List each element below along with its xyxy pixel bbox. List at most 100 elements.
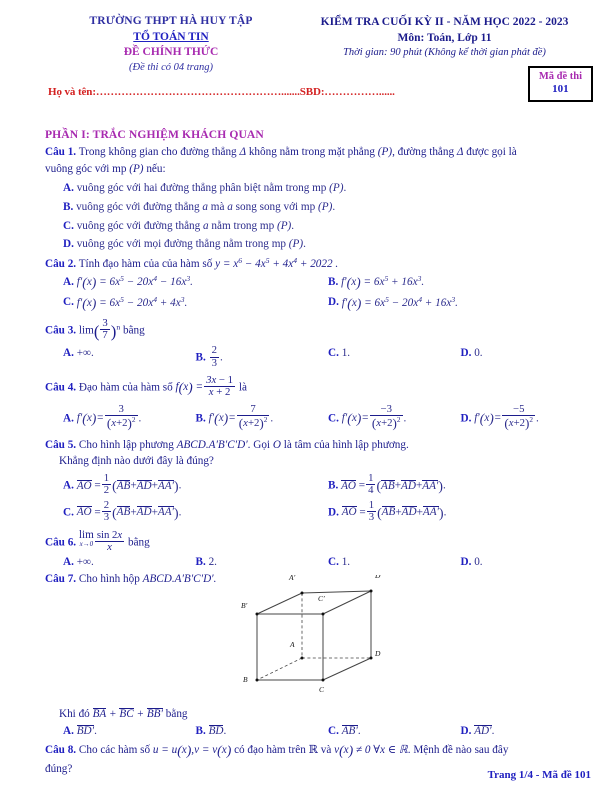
option-c-letter: C. xyxy=(63,296,74,309)
question-1-text-c: , đường thẳng xyxy=(392,146,455,159)
question-1-stem: Câu 1. Trong không gian cho đường thẳng … xyxy=(45,144,575,161)
question-5-text-3: là tâm của hình lập phương. xyxy=(283,438,409,451)
option-b-lhs-vector: AO xyxy=(341,479,356,492)
question-7-option-a[interactable]: A. BD′. xyxy=(45,723,178,740)
question-4-fn-name: f(x) = xyxy=(175,380,204,396)
option-a-letter: A. xyxy=(63,276,74,289)
question-2-option-c[interactable]: C. f′(x) = 6x5 − 20x4 + 4x3. xyxy=(45,293,310,313)
option-a-fraction: 12 xyxy=(101,472,112,497)
option-c-expr: f′(x) = 6x5 − 20x4 + 4x3. xyxy=(76,294,188,311)
question-5-solid: ABCD.A′B′C′D′ xyxy=(176,438,248,451)
option-d-value: 0. xyxy=(474,555,483,568)
question-1-option-c[interactable]: C. vuông góc với đường thẳng a nằm trong… xyxy=(45,218,575,235)
student-name-field-line[interactable]: Họ và tên:…………………………………………….......SBD:……… xyxy=(48,86,395,98)
question-5-option-d[interactable]: D. AO = 1 3 (AB+AD+AA′). xyxy=(310,498,575,524)
vertex-label-B: B xyxy=(243,675,248,684)
option-a-letter: A. xyxy=(63,724,74,737)
question-5-option-b[interactable]: B. AO = 1 4 (AB+AD+AA′). xyxy=(310,472,575,497)
option-b-letter: B. xyxy=(328,479,339,492)
question-4-option-a[interactable]: A. f′(x)= 3 (x+2)2. xyxy=(45,402,178,431)
question-7-khi-do: Khi đó xyxy=(59,708,90,721)
option-d-vector: AD′ xyxy=(474,724,492,737)
page-footer: Trang 1/4 - Mã đề 101 xyxy=(487,769,591,781)
question-4-fraction: 3x − 1x + 2 xyxy=(204,374,236,399)
exam-duration: Thời gian: 90 phút (Không kể thời gian p… xyxy=(343,47,546,59)
question-2-option-a[interactable]: A. f′(x) = 6x5 − 20x4 − 16x3. xyxy=(45,273,310,293)
question-1-option-a[interactable]: A. vuông góc với hai đường thẳng phân bi… xyxy=(45,180,575,197)
question-2: Câu 2. Tính đạo hàm của của hàm số y = x… xyxy=(45,255,575,314)
option-c-text-2: nằm trong mp xyxy=(211,219,275,232)
question-7-option-b[interactable]: B. BD. xyxy=(178,723,311,740)
question-5-stem: Câu 5. Cho hình lập phương ABCD.A′B′C′D′… xyxy=(45,437,575,454)
option-c-denominator: (x+2)2 xyxy=(369,415,403,431)
option-d-text: vuông góc với mọi đường thẳng nằm trong … xyxy=(76,238,286,251)
option-c-letter: C. xyxy=(63,219,74,232)
option-c-letter: C. xyxy=(328,412,339,425)
option-d-fraction: 13 xyxy=(366,498,377,524)
option-c-lhs-vector: AO xyxy=(76,506,92,519)
vertex-label-C: C xyxy=(319,685,325,694)
vertex-point-Dp xyxy=(369,589,373,593)
option-a-numerator: 3 xyxy=(118,402,124,415)
vertex-point-A xyxy=(300,656,304,660)
option-b-fraction: 7 (x+2)2 xyxy=(236,403,270,431)
option-c-value: 1. xyxy=(341,555,351,568)
question-3-option-c[interactable]: C. 1. xyxy=(310,345,443,369)
question-5-option-c[interactable]: C. AO = 2 3 (AB+AD+AA′). xyxy=(45,499,310,524)
option-a-lhs-vector: AO xyxy=(76,479,92,492)
question-5-options-row-1: A. AO = 1 2 (AB+AD+AA′). B. AO = 1 4 (AB+AD+AA… xyxy=(45,472,575,497)
question-6-bang: bằng xyxy=(128,536,150,549)
exam-title: KIỂM TRA CUỐI KỲ II - NĂM HỌC 2022 - 202… xyxy=(320,16,569,28)
question-8-label: Câu 8. xyxy=(45,743,77,756)
exam-page: TRƯỜNG THPT HÀ HUY TẬP TỔ TOÁN TIN ĐỀ CH… xyxy=(0,0,613,795)
question-1-stem-line2: vuông góc với mp (P) nếu: xyxy=(45,161,575,178)
school-name: TRƯỜNG THPT HÀ HUY TẬP xyxy=(89,15,253,27)
question-1-option-d[interactable]: D. vuông góc với mọi đường thẳng nằm tro… xyxy=(45,236,575,253)
option-c-letter: C. xyxy=(63,506,74,519)
vertex-point-B xyxy=(255,678,259,682)
option-b-letter: B. xyxy=(195,412,206,425)
question-6-option-d[interactable]: D. 0. xyxy=(443,554,576,571)
question-4-option-b[interactable]: B. f′(x)= 7 (x+2)2. xyxy=(178,403,311,431)
question-4-option-d[interactable]: D. f′(x)= −5 (x+2)2. xyxy=(443,403,576,431)
question-1-option-b[interactable]: B. vuông góc với đường thẳng a mà a song… xyxy=(45,199,575,216)
edge-Ap-Bp xyxy=(256,592,303,615)
question-2-option-b[interactable]: B. f′(x) = 6x5 + 16x3. xyxy=(310,273,575,293)
question-5-text-1: Cho hình lập phương xyxy=(78,438,174,451)
question-2-option-d[interactable]: D. f′(x) = 6x5 − 20x4 + 16x3. xyxy=(310,293,575,313)
vertex-point-C xyxy=(321,678,325,682)
vertex-point-Ap xyxy=(300,591,304,595)
q6-numerator: sin 2x xyxy=(96,529,123,542)
question-2-options-row-1: A. f′(x) = 6x5 − 20x4 − 16x3. B. f′(x) =… xyxy=(45,273,575,293)
question-5-option-a[interactable]: A. AO = 1 2 (AB+AD+AA′). xyxy=(45,472,310,497)
question-3-option-b[interactable]: B. 23. xyxy=(178,345,311,369)
question-4-options: A. f′(x)= 3 (x+2)2. B. f′(x)= 7 (x+2)2. C. f… xyxy=(45,402,576,431)
option-d-numerator: 1 xyxy=(368,498,375,511)
question-7-option-d[interactable]: D. AD′. xyxy=(443,723,576,740)
q3-numerator: 3 xyxy=(102,316,108,329)
option-b-vector: BD xyxy=(208,724,224,737)
vertex-label-Bp: B′ xyxy=(241,601,248,610)
option-d-lhs-vector: AO xyxy=(341,506,357,519)
option-d-value: 0. xyxy=(474,347,483,360)
option-d-fraction: −5 (x+2)2 xyxy=(502,403,536,431)
option-d-letter: D. xyxy=(460,412,472,425)
question-3-option-a[interactable]: A. +∞. xyxy=(45,345,178,369)
question-5-stem-line2: Khẳng định nào dưới đây là đúng? xyxy=(59,455,214,468)
question-7-option-c[interactable]: C. AB′. xyxy=(310,723,443,740)
question-6-option-a[interactable]: A. +∞. xyxy=(45,554,178,571)
option-c-denominator: 3 xyxy=(101,511,112,524)
option-b-fraction: 23 xyxy=(209,345,219,369)
question-4-option-c[interactable]: C. f′(x)= −3 (x+2)2. xyxy=(310,403,443,431)
option-b-letter: B. xyxy=(195,724,206,737)
option-c-vec-ab: AB xyxy=(116,506,131,519)
exam-code-value: 101 xyxy=(552,83,569,96)
question-5: Câu 5. Cho hình lập phương ABCD.A′B′C′D′… xyxy=(45,437,575,524)
question-6-option-c[interactable]: C. 1. xyxy=(310,554,443,571)
option-a-text: vuông góc với hai đường thẳng phân biệt … xyxy=(76,181,327,194)
question-2-stem: Câu 2. Tính đạo hàm của của hàm số y = x… xyxy=(45,255,575,273)
question-3-options: A. +∞. B. 23. C. 1. D. 0. xyxy=(45,345,575,369)
question-6-option-b[interactable]: B. 2. xyxy=(178,554,311,571)
question-3-option-d[interactable]: D. 0. xyxy=(443,345,576,369)
option-d-end: . xyxy=(303,238,306,251)
